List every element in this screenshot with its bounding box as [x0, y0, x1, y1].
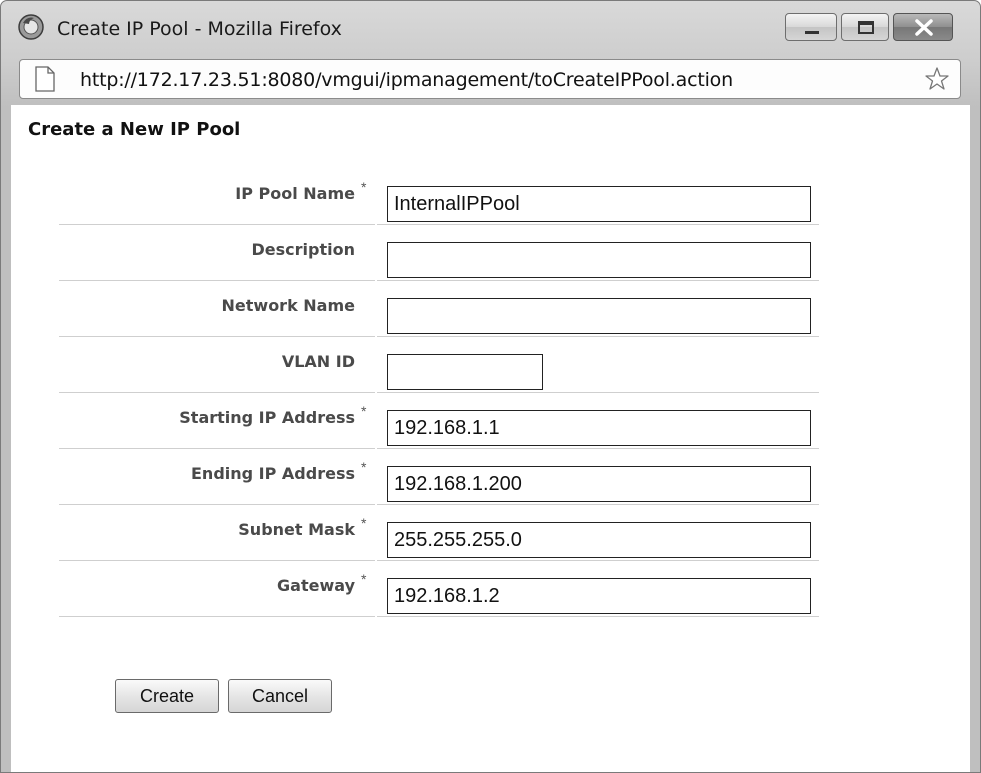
required-mark: *: [361, 515, 367, 531]
gateway-label: Gateway: [277, 576, 355, 595]
form-row-vlan-id: VLAN ID: [59, 337, 821, 393]
close-icon: [915, 19, 933, 36]
ip-pool-name-label: IP Pool Name: [235, 184, 355, 203]
ip-pool-name-input[interactable]: InternalIPPool: [387, 186, 811, 222]
star-icon[interactable]: [924, 66, 950, 92]
form-row-ip-pool-name: IP Pool Name * InternalIPPool: [59, 169, 821, 225]
minimize-button[interactable]: [785, 13, 837, 41]
ending-ip-input[interactable]: 192.168.1.200: [387, 466, 811, 502]
form-row-description: Description: [59, 225, 821, 281]
starting-ip-input[interactable]: 192.168.1.1: [387, 410, 811, 446]
form-row-network-name: Network Name: [59, 281, 821, 337]
required-mark: *: [361, 571, 367, 587]
maximize-icon: [858, 21, 874, 34]
network-name-input[interactable]: [387, 298, 811, 334]
required-mark: *: [361, 403, 367, 419]
url-text[interactable]: http://172.17.23.51:8080/vmgui/ipmanagem…: [80, 69, 733, 91]
vlan-id-label: VLAN ID: [281, 352, 355, 371]
row-divider: [377, 616, 819, 617]
ending-ip-label: Ending IP Address: [191, 464, 355, 483]
page-icon: [35, 66, 55, 92]
page-title: Create a New IP Pool: [28, 119, 241, 140]
subnet-mask-label: Subnet Mask: [238, 520, 355, 539]
minimize-icon: [805, 31, 819, 34]
form-row-gateway: Gateway * 192.168.1.2: [59, 561, 821, 617]
required-mark: *: [361, 179, 367, 195]
maximize-button[interactable]: [841, 13, 889, 41]
create-button[interactable]: Create: [115, 679, 219, 713]
description-label: Description: [251, 240, 355, 259]
subnet-mask-input[interactable]: 255.255.255.0: [387, 522, 811, 558]
form-row-starting-ip: Starting IP Address * 192.168.1.1: [59, 393, 821, 449]
firefox-icon: [18, 14, 44, 40]
cancel-button[interactable]: Cancel: [228, 679, 332, 713]
close-button[interactable]: [893, 13, 953, 41]
title-bar[interactable]: Create IP Pool - Mozilla Firefox: [1, 1, 980, 57]
window-title: Create IP Pool - Mozilla Firefox: [57, 18, 342, 40]
form-row-ending-ip: Ending IP Address * 192.168.1.200: [59, 449, 821, 505]
row-divider: [59, 616, 375, 617]
page-content: Create a New IP Pool IP Pool Name * Inte…: [11, 105, 970, 772]
gateway-input[interactable]: 192.168.1.2: [387, 578, 811, 614]
address-bar[interactable]: http://172.17.23.51:8080/vmgui/ipmanagem…: [19, 59, 961, 99]
form-row-subnet-mask: Subnet Mask * 255.255.255.0: [59, 505, 821, 561]
starting-ip-label: Starting IP Address: [179, 408, 355, 427]
description-input[interactable]: [387, 242, 811, 278]
network-name-label: Network Name: [221, 296, 355, 315]
required-mark: *: [361, 459, 367, 475]
browser-window: Create IP Pool - Mozilla Firefox http://…: [0, 0, 981, 773]
vlan-id-input[interactable]: [387, 354, 543, 390]
